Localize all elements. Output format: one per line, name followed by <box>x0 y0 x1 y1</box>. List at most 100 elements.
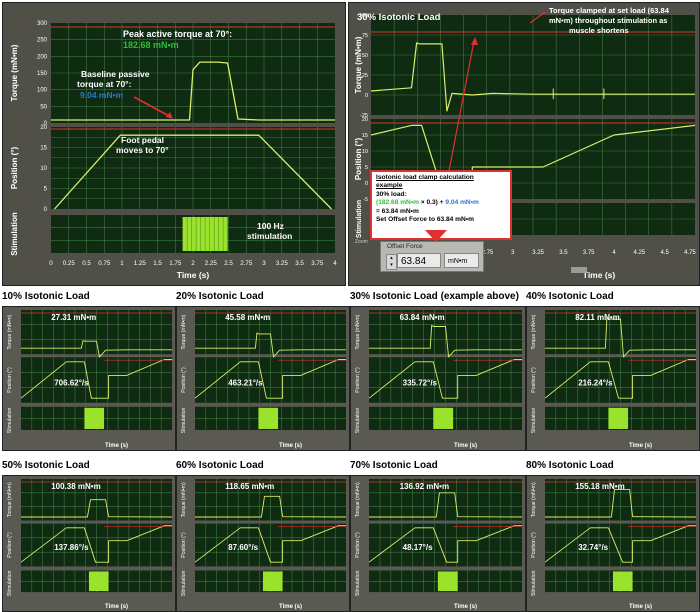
torque-tick: 0 <box>365 93 368 99</box>
velocity-value: 706.62°/s <box>54 378 89 387</box>
isotonic-panel: 136.92 mN•m 48.17°/s Torque (mN•m) Position… <box>350 475 526 612</box>
torque-axis-label: Torque (mN•m) <box>181 314 187 349</box>
panel-title: 60% Isotonic Load <box>176 460 264 471</box>
position-axis-label: Position (°) <box>355 532 361 558</box>
position-axis-label: Position (°) <box>355 367 361 393</box>
torque-value: 45.58 mN•m <box>225 313 270 322</box>
baseline-annotation-line1: Baseline passive <box>81 69 150 79</box>
stimulation-axis-label: Stimulation <box>7 570 13 596</box>
time-axis-label: Time (s) <box>629 604 652 610</box>
position-tick: -5 <box>363 197 368 203</box>
torque-axis-label: Torque (mN•m) <box>531 314 537 349</box>
velocity-value: 216.24°/s <box>578 378 613 387</box>
clamp-annotation-line1: Torque clamped at set load (63.84 <box>549 6 670 15</box>
panel-title: 50% Isotonic Load <box>2 460 90 471</box>
position-axis-label: Position (°) <box>354 138 363 181</box>
time-tick: 1.75 <box>169 260 182 267</box>
stimulation-axis-label: Stimulation <box>10 212 19 256</box>
torque-value: 100.38 mN•m <box>51 482 100 491</box>
time-tick: 1.5 <box>153 260 162 267</box>
offset-pointer-arrow-icon <box>425 230 447 242</box>
isotonic-panel: 63.84 mN•m 335.72°/s Torque (mN•m) Position… <box>350 306 526 451</box>
stimulation-axis-label: Stimulation <box>7 407 13 433</box>
torque-axis-label: Torque (mN•m) <box>7 482 13 517</box>
torque-value: 118.65 mN•m <box>225 482 274 491</box>
time-tick: 2.75 <box>240 260 253 267</box>
time-axis-label: Time (s) <box>279 604 302 610</box>
time-tick: 2.25 <box>205 260 218 267</box>
time-tick: 0.25 <box>63 260 76 267</box>
time-tick: 3.5 <box>295 260 304 267</box>
time-tick: 3.25 <box>276 260 289 267</box>
stimulation-burst <box>262 571 283 592</box>
torque-tick: 250 <box>37 38 48 44</box>
isotonic-panel-chart: 45.58 mN•m 463.21°/s Torque (mN•m) Position… <box>181 310 346 449</box>
position-axis-label: Position (°) <box>531 367 537 393</box>
stimulation-axis-label: Stimulation <box>356 200 363 238</box>
velocity-value: 48.17°/s <box>403 543 433 552</box>
callout-title-2: example <box>376 182 403 190</box>
offset-force-spinner[interactable]: ▴ ▾ <box>386 254 397 270</box>
position-tick: 10 <box>40 166 47 172</box>
stimulation-axis-label: Stimulation <box>531 407 537 433</box>
callout-peak-term: (182.68 mN•m <box>376 199 419 207</box>
panel-title: 40% Isotonic Load <box>526 291 614 302</box>
time-axis-label: Time (s) <box>454 443 477 449</box>
time-tick: 0.5 <box>82 260 91 267</box>
torque-axis-label: Torque (mN•m) <box>181 482 187 517</box>
offset-force-input[interactable]: 63.84 <box>397 253 441 268</box>
velocity-value: 335.72°/s <box>403 378 438 387</box>
torque-value: 63.84 mN•m <box>400 313 445 322</box>
panel-title: 30% Isotonic Load (example above) <box>350 291 519 302</box>
position-axis-label: Position (°) <box>7 532 13 558</box>
torque-value: 155.18 mN•m <box>575 482 625 491</box>
isotonic-panel: 27.31 mN•m 706.62°/s Torque (mN•m) Position… <box>2 306 176 451</box>
stimulation-axis-label: Stimulation <box>531 570 537 596</box>
time-tick: 2 <box>191 260 195 267</box>
position-tick: 0 <box>365 181 368 187</box>
torque-tick: 100 <box>37 88 48 94</box>
baseline-annotation-value: 9.04 mN•m <box>80 90 124 100</box>
position-axis-label: Position (°) <box>7 367 13 393</box>
torque-tick: 300 <box>37 21 48 27</box>
stimulation-burst <box>88 571 109 592</box>
torque-value: 136.92 mN•m <box>400 482 450 491</box>
callout-setting: Set Offset Force to 63.84 mN•m <box>376 216 474 224</box>
time-axis-label: Time (s) <box>177 270 210 280</box>
stimulation-burst <box>84 407 105 429</box>
pedal-annotation-line1: Foot pedal <box>121 135 164 145</box>
time-axis-label: Time (s) <box>629 443 652 449</box>
torque-axis-label: Torque (mN•m) <box>531 482 537 517</box>
offset-force-label: Offset Force <box>387 243 423 250</box>
torque-tick: 50 <box>40 104 47 110</box>
torque-axis-label: Torque (mN•m) <box>7 314 13 349</box>
position-tick: 5 <box>365 165 368 171</box>
clamp-annotation-line3: muscle shortens <box>569 26 629 35</box>
time-axis-label: Time (s) <box>105 604 128 610</box>
time-tick: 2.5 <box>224 260 233 267</box>
time-tick: 3.75 <box>583 250 595 256</box>
panel-title: 20% Isotonic Load <box>176 291 264 302</box>
stimulation-axis-label: Stimulation <box>355 407 361 433</box>
baseline-recording-chart: 050100150200250300051015200 0.25 0.5 0.75 1 1… <box>3 3 345 285</box>
position-axis-label: Position (°) <box>181 367 187 393</box>
torque-axis-label: Torque (mN•m) <box>355 314 361 349</box>
isotonic-panel: 100.38 mN•m 137.86°/s Torque (mN•m) Positio… <box>2 475 176 612</box>
isotonic-panel-chart: 82.11 mN•m 216.24°/s Torque (mN•m) Position… <box>531 310 696 449</box>
baseline-recording-photo: 0 50 100 150 200 250 300 0 5 10 15 20 0 0.25 0.5 0.75 1 1… <box>2 2 346 286</box>
torque-tick: 150 <box>37 71 48 77</box>
stimulation-burst <box>612 571 633 592</box>
position-axis-label: Position (°) <box>10 147 19 190</box>
time-tick: 3.5 <box>559 250 568 256</box>
stimulation-axis-label: Stimulation <box>181 570 187 596</box>
zoom-slider-handle <box>571 267 587 273</box>
isotonic-panel-chart: 100.38 mN•m 137.86°/s Torque (mN•m) Positio… <box>7 479 173 610</box>
callout-times: × 0.3) + <box>419 199 446 207</box>
time-axis-label: Time (s) <box>583 270 616 280</box>
offset-force-unit: mN•m <box>444 253 479 268</box>
stim-annotation-line1: 100 Hz <box>257 221 284 231</box>
offset-force-control: Offset Force ▴ ▾ 63.84 mN•m <box>380 241 484 272</box>
pedal-annotation-line2: moves to 70° <box>116 145 169 155</box>
callout-baseline-term: 9.04 mN•m <box>445 199 479 207</box>
baseline-annotation-line2: torque at 70°: <box>77 79 132 89</box>
